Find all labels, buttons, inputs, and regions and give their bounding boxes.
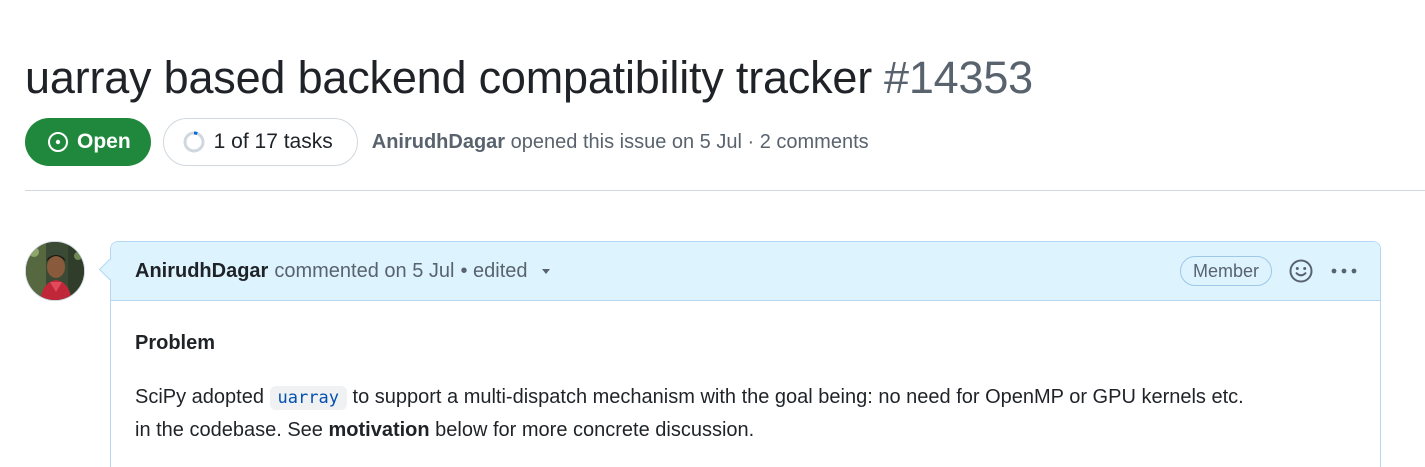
comment-edited-label[interactable]: • edited xyxy=(460,260,527,283)
issue-opened-meta: AnirudhDagar opened this issue on 5 Jul … xyxy=(372,131,869,154)
issue-author-link[interactable]: AnirudhDagar xyxy=(372,131,505,153)
comment-header-actions: Member xyxy=(1179,242,1358,300)
tasks-progress-pill[interactable]: 1 of 17 tasks xyxy=(162,118,358,166)
comment-paragraph: SciPy adopted uarray to support a multi-… xyxy=(135,381,1356,446)
smiley-icon[interactable] xyxy=(1288,258,1314,284)
comment-author-link[interactable]: AnirudhDagar xyxy=(135,260,268,283)
issue-page: uarray based backend compatibility track… xyxy=(0,0,1425,467)
comment-body: Problem SciPy adopted uarray to support … xyxy=(111,301,1380,446)
kebab-horizontal-icon[interactable] xyxy=(1330,267,1358,275)
comment-box: AnirudhDagar commented on 5 Jul • edited… xyxy=(110,241,1381,467)
issue-state-badge: Open xyxy=(25,118,151,166)
issue-title: uarray based backend compatibility track… xyxy=(25,50,1033,106)
triangle-down-icon[interactable] xyxy=(540,265,552,277)
issue-state-label: Open xyxy=(77,130,131,153)
para2-text-end: below for more concrete discussion. xyxy=(429,419,755,441)
role-badge: Member xyxy=(1179,256,1272,286)
issue-number: #14353 xyxy=(884,52,1033,103)
bold-term: motivation xyxy=(328,419,430,441)
progress-circle-icon xyxy=(182,130,206,154)
comment-heading: Problem xyxy=(135,332,216,354)
tasks-label: 1 of 17 tasks xyxy=(213,130,333,153)
issue-meta-row: Open 1 of 17 tasks AnirudhDagar opened t… xyxy=(25,118,869,166)
avatar[interactable] xyxy=(25,241,85,301)
para1-text-start: SciPy adopted xyxy=(135,386,270,408)
header-divider xyxy=(25,190,1425,191)
para2-text-start: in the codebase. See xyxy=(135,419,329,441)
comment-timestamp[interactable]: commented on 5 Jul xyxy=(274,260,454,283)
issue-opened-text: opened this issue on 5 Jul · 2 comments xyxy=(510,130,869,153)
issue-title-text: uarray based backend compatibility track… xyxy=(25,52,873,103)
para1-text-end: to support a multi-dispatch mechanism wi… xyxy=(346,386,1244,408)
issue-opened-icon xyxy=(47,131,69,153)
inline-code: uarray xyxy=(269,386,347,410)
comment-header: AnirudhDagar commented on 5 Jul • edited… xyxy=(111,242,1380,301)
